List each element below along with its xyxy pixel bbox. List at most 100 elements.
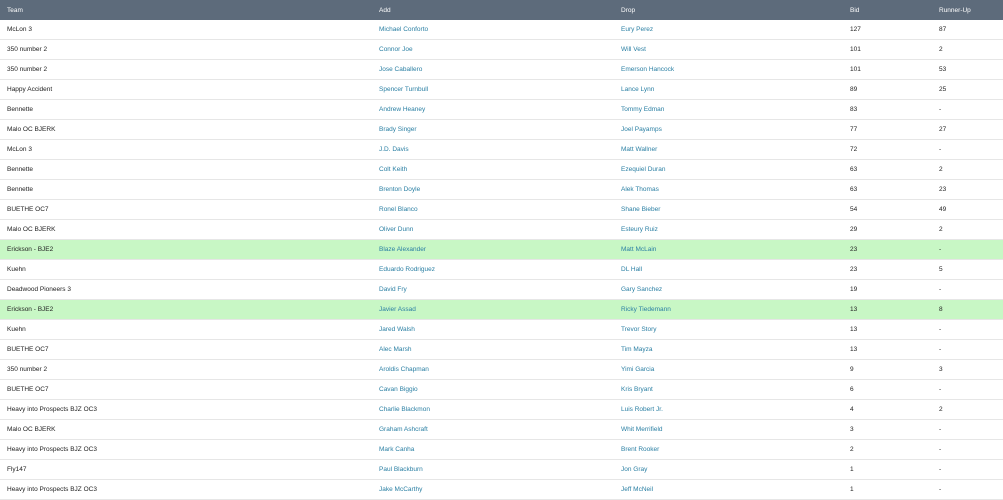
add-player-link[interactable]: Blaze Alexander bbox=[372, 246, 614, 253]
add-player-link[interactable]: David Fry bbox=[372, 286, 614, 293]
add-player-link[interactable]: Mark Canha bbox=[372, 446, 614, 453]
team-cell: Deadwood Pioneers 3 bbox=[7, 286, 71, 293]
drop-player-link[interactable]: Ezequiel Duran bbox=[614, 166, 843, 173]
column-header-add[interactable]: Add bbox=[372, 7, 614, 14]
add-player-link[interactable]: Alec Marsh bbox=[372, 346, 614, 353]
table-row: BUETHE OC7 Cavan Biggio Kris Bryant 6 - bbox=[0, 380, 1003, 400]
runner-up-cell: 2 bbox=[939, 226, 943, 233]
team-cell: Bennette bbox=[7, 166, 34, 173]
drop-player-link[interactable]: Alek Thomas bbox=[614, 186, 843, 193]
add-player-link[interactable]: Aroldis Chapman bbox=[372, 366, 614, 373]
runner-up-cell: 23 bbox=[939, 186, 947, 193]
add-player-link[interactable]: Jared Walsh bbox=[372, 326, 614, 333]
bid-cell: 13 bbox=[850, 306, 858, 313]
add-player-link[interactable]: Connor Joe bbox=[372, 46, 614, 53]
column-header-runner-up[interactable]: Runner-Up bbox=[932, 7, 1003, 14]
table-row: McLon 3 Michael Conforto Eury Perez 127 87 bbox=[0, 20, 1003, 40]
bid-cell: 23 bbox=[850, 266, 858, 273]
add-player-link[interactable]: Eduardo Rodriguez bbox=[372, 266, 614, 273]
runner-up-cell: 2 bbox=[939, 166, 943, 173]
drop-player-link[interactable]: Lance Lynn bbox=[614, 86, 843, 93]
runner-up-cell: 5 bbox=[939, 266, 943, 273]
add-player-link[interactable]: Cavan Biggio bbox=[372, 386, 614, 393]
add-player-link[interactable]: Jose Caballero bbox=[372, 66, 614, 73]
add-player-link[interactable]: Brady Singer bbox=[372, 126, 614, 133]
team-cell: Malo OC BJERK bbox=[7, 226, 56, 233]
table-row: BUETHE OC7 Ronel Blanco Shane Bieber 54 49 bbox=[0, 200, 1003, 220]
add-player-link[interactable]: Jake McCarthy bbox=[372, 486, 614, 493]
drop-player-link[interactable]: DL Hall bbox=[614, 266, 843, 273]
drop-player-link[interactable]: Emerson Hancock bbox=[614, 66, 843, 73]
team-cell: 350 number 2 bbox=[7, 46, 48, 53]
team-cell: Heavy into Prospects BJZ OC3 bbox=[7, 486, 97, 493]
drop-player-link[interactable]: Gary Sanchez bbox=[614, 286, 843, 293]
drop-player-link[interactable]: Matt McLain bbox=[614, 246, 843, 253]
bid-cell: 72 bbox=[850, 146, 858, 153]
add-player-link[interactable]: Paul Blackburn bbox=[372, 466, 614, 473]
runner-up-cell: - bbox=[939, 486, 942, 493]
add-player-link[interactable]: Graham Ashcraft bbox=[372, 426, 614, 433]
add-player-link[interactable]: Brenton Doyle bbox=[372, 186, 614, 193]
drop-player-link[interactable]: Esteury Ruiz bbox=[614, 226, 843, 233]
drop-player-link[interactable]: Matt Wallner bbox=[614, 146, 843, 153]
drop-player-link[interactable]: Will Vest bbox=[614, 46, 843, 53]
drop-player-link[interactable]: Shane Bieber bbox=[614, 206, 843, 213]
table-row: Heavy into Prospects BJZ OC3 Charlie Blac… bbox=[0, 400, 1003, 420]
drop-player-link[interactable]: Whit Merrifield bbox=[614, 426, 843, 433]
team-cell: Erickson - BJE2 bbox=[7, 306, 54, 313]
bid-cell: 101 bbox=[850, 66, 861, 73]
team-cell: McLon 3 bbox=[7, 26, 32, 33]
drop-player-link[interactable]: Brent Rooker bbox=[614, 446, 843, 453]
runner-up-cell: 49 bbox=[939, 206, 947, 213]
runner-up-cell: 25 bbox=[939, 86, 947, 93]
runner-up-cell: - bbox=[939, 386, 942, 393]
drop-player-link[interactable]: Tommy Edman bbox=[614, 106, 843, 113]
bid-cell: 23 bbox=[850, 246, 858, 253]
team-cell: Malo OC BJERK bbox=[7, 126, 56, 133]
drop-player-link[interactable]: Joel Payamps bbox=[614, 126, 843, 133]
table-row: 350 number 2 Connor Joe Will Vest 101 2 bbox=[0, 40, 1003, 60]
column-header-team[interactable]: Team bbox=[0, 7, 372, 14]
bid-cell: 1 bbox=[850, 486, 854, 493]
team-cell: 350 number 2 bbox=[7, 66, 48, 73]
add-player-link[interactable]: Oliver Dunn bbox=[372, 226, 614, 233]
drop-player-link[interactable]: Jeff McNeil bbox=[614, 486, 843, 493]
add-player-link[interactable]: Colt Keith bbox=[372, 166, 614, 173]
drop-player-link[interactable]: Yimi Garcia bbox=[614, 366, 843, 373]
table-row: McLon 3 J.D. Davis Matt Wallner 72 - bbox=[0, 140, 1003, 160]
runner-up-cell: - bbox=[939, 146, 942, 153]
bid-cell: 19 bbox=[850, 286, 858, 293]
drop-player-link[interactable]: Eury Perez bbox=[614, 26, 843, 33]
team-cell: Erickson - BJE2 bbox=[7, 246, 54, 253]
bid-cell: 29 bbox=[850, 226, 858, 233]
runner-up-cell: - bbox=[939, 286, 942, 293]
table-row: BUETHE OC7 Alec Marsh Tim Mayza 13 - bbox=[0, 340, 1003, 360]
add-player-link[interactable]: Javier Assad bbox=[372, 306, 614, 313]
table-row: Heavy into Prospects BJZ OC3 Jake McCarth… bbox=[0, 480, 1003, 500]
drop-player-link[interactable]: Tim Mayza bbox=[614, 346, 843, 353]
add-player-link[interactable]: Ronel Blanco bbox=[372, 206, 614, 213]
add-player-link[interactable]: J.D. Davis bbox=[372, 146, 614, 153]
drop-player-link[interactable]: Trevor Story bbox=[614, 326, 843, 333]
runner-up-cell: 8 bbox=[939, 306, 943, 313]
column-header-drop[interactable]: Drop bbox=[614, 7, 843, 14]
drop-player-link[interactable]: Kris Bryant bbox=[614, 386, 843, 393]
bid-cell: 89 bbox=[850, 86, 858, 93]
team-cell: BUETHE OC7 bbox=[7, 206, 49, 213]
drop-player-link[interactable]: Jon Gray bbox=[614, 466, 843, 473]
drop-player-link[interactable]: Ricky Tiedemann bbox=[614, 306, 843, 313]
runner-up-cell: 27 bbox=[939, 126, 947, 133]
add-player-link[interactable]: Spencer Turnbull bbox=[372, 86, 614, 93]
bid-cell: 9 bbox=[850, 366, 854, 373]
drop-player-link[interactable]: Luis Robert Jr. bbox=[614, 406, 843, 413]
table-row: Bennette Brenton Doyle Alek Thomas 63 23 bbox=[0, 180, 1003, 200]
runner-up-cell: - bbox=[939, 246, 942, 253]
add-player-link[interactable]: Michael Conforto bbox=[372, 26, 614, 33]
team-cell: Bennette bbox=[7, 106, 34, 113]
add-player-link[interactable]: Andrew Heaney bbox=[372, 106, 614, 113]
add-player-link[interactable]: Charlie Blackmon bbox=[372, 406, 614, 413]
runner-up-cell: - bbox=[939, 346, 942, 353]
column-header-bid[interactable]: Bid bbox=[843, 7, 932, 14]
table-row: 350 number 2 Aroldis Chapman Yimi Garcia 9 3 bbox=[0, 360, 1003, 380]
runner-up-cell: 2 bbox=[939, 406, 943, 413]
